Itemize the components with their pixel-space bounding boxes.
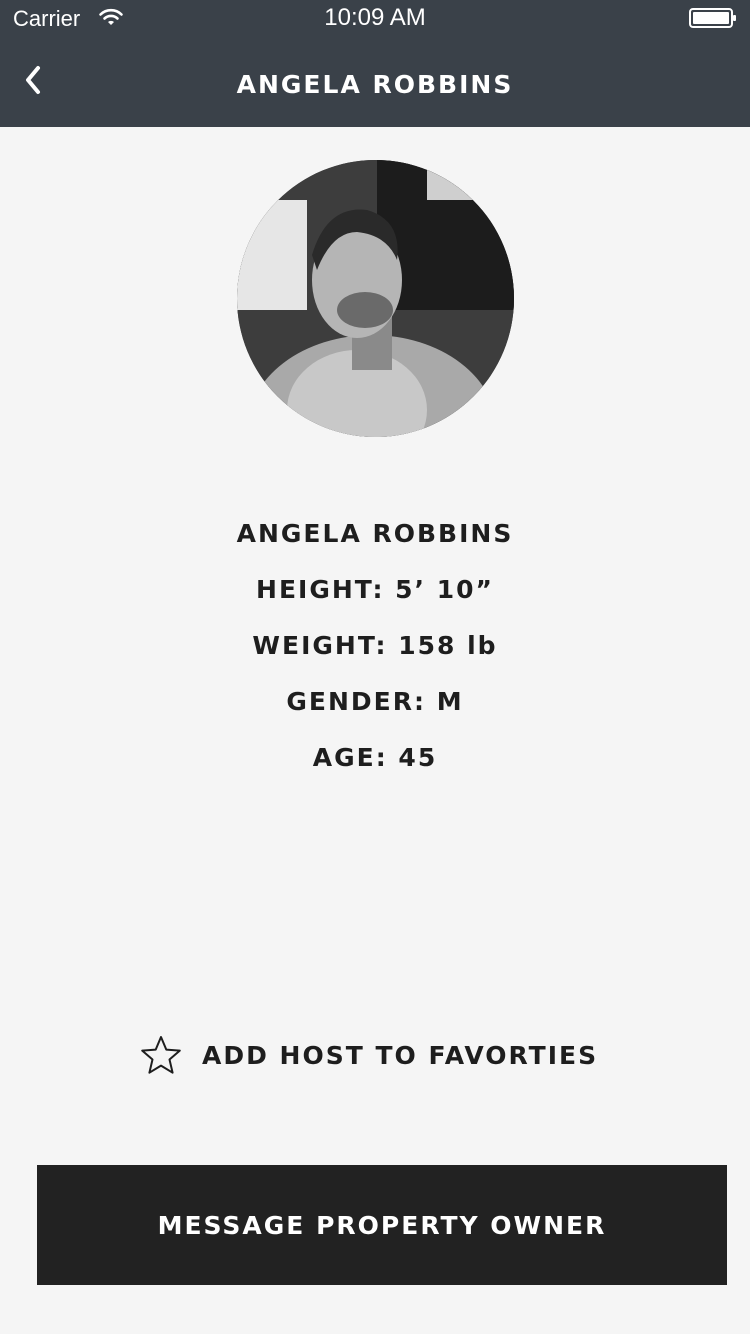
profile-name: ANGELA ROBBINS [236, 519, 514, 548]
profile-info: ANGELA ROBBINS HEIGHT: 5’ 10” WEIGHT: 15… [0, 512, 750, 792]
status-time: 10:09 AM [324, 4, 426, 31]
profile-age: AGE: 45 [312, 743, 438, 772]
avatar [237, 160, 514, 437]
nav-header: Carrier 10:09 AM ANGELA ROBBINS [0, 0, 750, 127]
profile-photo [237, 160, 514, 437]
message-owner-button[interactable]: MESSAGE PROPERTY OWNER [37, 1165, 727, 1285]
profile-height: HEIGHT: 5’ 10” [256, 575, 494, 604]
add-to-favorites-button[interactable]: ADD HOST TO FAVORTIES [140, 1034, 598, 1076]
battery-icon [689, 8, 736, 28]
star-icon [141, 1036, 181, 1074]
status-bar: Carrier 10:09 AM [0, 0, 750, 40]
page-title: ANGELA ROBBINS [236, 70, 514, 99]
favorite-label: ADD HOST TO FAVORTIES [202, 1040, 599, 1070]
profile-weight: WEIGHT: 158 lb [252, 631, 498, 660]
profile-gender: GENDER: M [286, 687, 464, 716]
